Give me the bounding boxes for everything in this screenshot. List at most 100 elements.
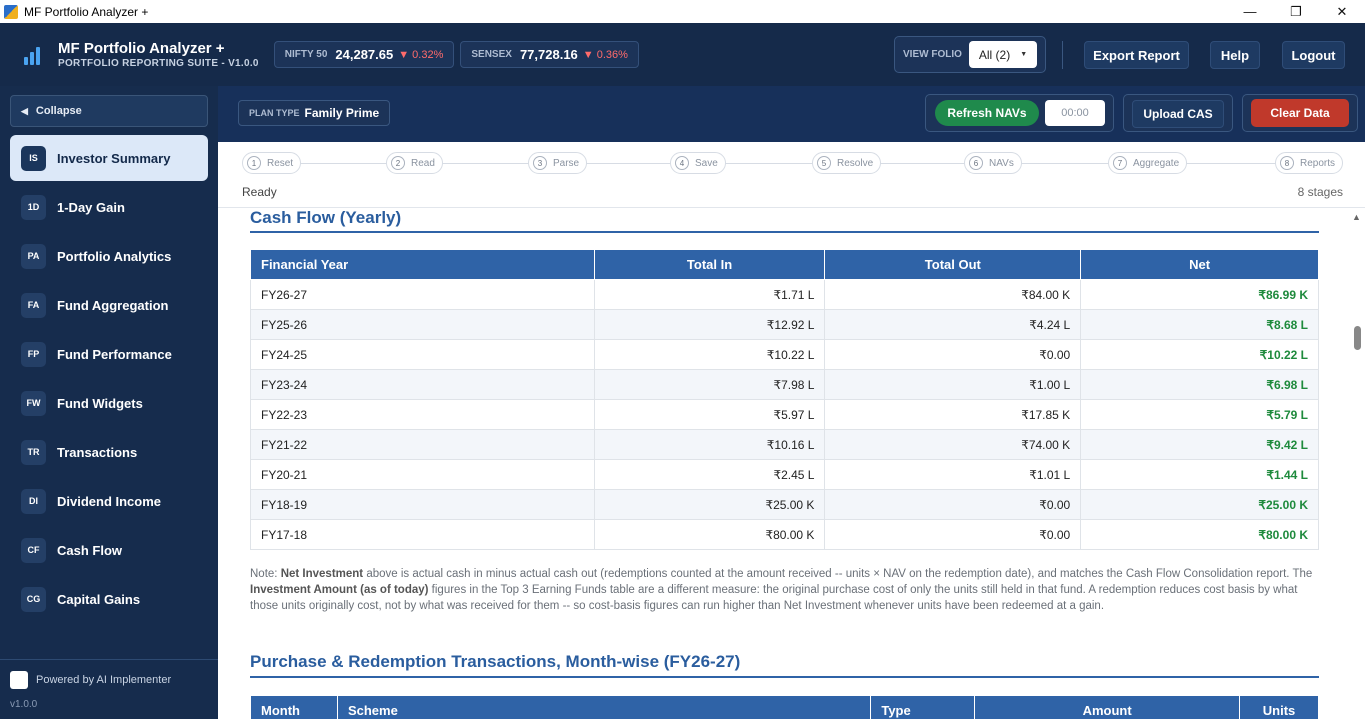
- step-number: 6: [969, 156, 983, 170]
- clear-group: Clear Data: [1242, 94, 1358, 132]
- fy-cell: FY22-23: [250, 399, 595, 430]
- sidebar-item-cash-flow[interactable]: CF Cash Flow: [10, 527, 208, 573]
- nav-label: Dividend Income: [57, 493, 162, 509]
- step-number: 8: [1280, 156, 1294, 170]
- total-out-cell: ₹0.00: [824, 489, 1082, 520]
- total-out-cell: ₹1.00 L: [824, 369, 1082, 400]
- refresh-navs-button[interactable]: Refresh NAVs: [935, 100, 1039, 126]
- step-number: 4: [675, 156, 689, 170]
- column-header: Amount: [974, 695, 1240, 719]
- net-cell: ₹9.42 L: [1080, 429, 1319, 460]
- plan-type-value: Family Prime: [304, 106, 380, 120]
- folio-selected-value: All (2): [978, 47, 1011, 62]
- sidebar-item-dividend-income[interactable]: DI Dividend Income: [10, 478, 208, 524]
- app-icon: [4, 4, 18, 19]
- total-in-cell: ₹12.92 L: [593, 309, 826, 340]
- transactions-table: Month Scheme Type Amount Units: [250, 695, 1319, 719]
- sidebar-item-1-day-gain[interactable]: 1D 1-Day Gain: [10, 184, 208, 230]
- total-out-cell: ₹0.00: [824, 519, 1082, 550]
- nav-refresh-group: Refresh NAVs 00:00: [925, 94, 1114, 132]
- table-row: FY21-22 ₹10.16 L ₹74.00 K ₹9.42 L: [250, 429, 1319, 460]
- sidebar-item-fund-performance[interactable]: FP Fund Performance: [10, 331, 208, 377]
- column-header: Financial Year: [250, 249, 595, 280]
- nav-badge: FW: [21, 390, 46, 416]
- net-cell: ₹8.68 L: [1080, 309, 1319, 340]
- sidebar-item-transactions[interactable]: TR Transactions: [10, 429, 208, 475]
- fy-cell: FY18-19: [250, 489, 595, 520]
- maximize-button[interactable]: ❐: [1273, 0, 1319, 23]
- sidebar-item-fund-aggregation[interactable]: FA Fund Aggregation: [10, 282, 208, 328]
- column-header: Total In: [593, 249, 826, 280]
- note-text: Note:: [250, 568, 281, 580]
- plan-type-label: PLAN TYPE: [249, 108, 300, 118]
- table-row: FY26-27 ₹1.71 L ₹84.00 K ₹86.99 K: [250, 279, 1319, 310]
- stage-count: 8 stages: [1297, 185, 1343, 199]
- note-emphasis: Investment Amount (as of today): [250, 584, 429, 596]
- table-row: FY25-26 ₹12.92 L ₹4.24 L ₹8.68 L: [250, 309, 1319, 340]
- scroll-up-arrow-icon[interactable]: ▲: [1352, 212, 1361, 222]
- nav-label: Capital Gains: [57, 591, 141, 607]
- close-window-button[interactable]: ✕: [1319, 0, 1365, 23]
- powered-by[interactable]: Powered by AI Implementer: [10, 671, 171, 689]
- table-row: FY20-21 ₹2.45 L ₹1.01 L ₹1.44 L: [250, 459, 1319, 490]
- view-folio: VIEW FOLIO All (2) ▼: [894, 36, 1046, 73]
- ticker-value: 24,287.65: [335, 47, 394, 62]
- sidebar-item-capital-gains[interactable]: CG Capital Gains: [10, 576, 208, 622]
- nav-label: Fund Widgets: [57, 395, 143, 411]
- step-label: NAVs: [989, 157, 1014, 169]
- nav-label: Fund Performance: [57, 346, 172, 362]
- step-aggregate: 7 Aggregate: [1108, 152, 1188, 174]
- collapse-button[interactable]: ◀ Collapse: [10, 95, 208, 127]
- total-in-cell: ₹80.00 K: [593, 519, 826, 550]
- note-text: above is actual cash in minus actual cas…: [363, 568, 1313, 580]
- step-label: Read: [411, 157, 435, 169]
- sidebar-item-investor-summary[interactable]: IS Investor Summary: [10, 135, 208, 181]
- net-cell: ₹5.79 L: [1080, 399, 1319, 430]
- step-save: 4 Save: [670, 152, 726, 174]
- step-number: 1: [247, 156, 261, 170]
- minimize-button[interactable]: —: [1227, 0, 1273, 23]
- total-in-cell: ₹10.22 L: [593, 339, 826, 370]
- sidebar-item-fund-widgets[interactable]: FW Fund Widgets: [10, 380, 208, 426]
- fy-cell: FY23-24: [250, 369, 595, 400]
- version-label: v1.0.0: [10, 699, 38, 710]
- vertical-scrollbar[interactable]: ▲: [1348, 208, 1365, 719]
- step-label: Resolve: [837, 157, 874, 169]
- section-title: Purchase & Redemption Transactions, Mont…: [250, 652, 741, 671]
- sensex-ticker: SENSEX 77,728.16 ▼ 0.36%: [460, 41, 639, 68]
- clear-data-button[interactable]: Clear Data: [1251, 99, 1349, 127]
- upload-group: Upload CAS: [1123, 94, 1233, 132]
- step-parse: 3 Parse: [528, 152, 588, 174]
- step-reset: 1 Reset: [242, 152, 302, 174]
- sidebar: ◀ Collapse IS Investor Summary 1D 1-Day …: [0, 86, 218, 719]
- nav-badge: PA: [21, 243, 46, 269]
- column-header: Type: [870, 695, 976, 719]
- ticker-name: NIFTY 50: [284, 49, 328, 60]
- help-button[interactable]: Help: [1210, 41, 1260, 69]
- folio-select[interactable]: All (2) ▼: [968, 41, 1037, 68]
- column-header: Net: [1080, 249, 1319, 280]
- logout-button[interactable]: Logout: [1282, 41, 1345, 69]
- step-read: 2 Read: [386, 152, 443, 174]
- section-title: Cash Flow (Yearly): [250, 208, 402, 227]
- scroll-thumb[interactable]: [1354, 326, 1361, 350]
- table-row: FY18-19 ₹25.00 K ₹0.00 ₹25.00 K: [250, 489, 1319, 520]
- step-number: 3: [533, 156, 547, 170]
- total-out-cell: ₹17.85 K: [824, 399, 1082, 430]
- step-number: 5: [817, 156, 831, 170]
- net-cell: ₹86.99 K: [1080, 279, 1319, 310]
- nav-label: Fund Aggregation: [57, 297, 169, 313]
- export-report-button[interactable]: Export Report: [1084, 41, 1189, 69]
- pipeline-stepper: 1 Reset 2 Read 3 Parse 4 Save 5 Resolve 6 NAVs…: [218, 142, 1365, 208]
- window-title: MF Portfolio Analyzer +: [24, 4, 149, 19]
- total-in-cell: ₹1.71 L: [593, 279, 826, 310]
- sidebar-item-portfolio-analytics[interactable]: PA Portfolio Analytics: [10, 233, 208, 279]
- step-number: 2: [391, 156, 405, 170]
- report-content[interactable]: Cash Flow (Yearly) Financial Year Total …: [218, 208, 1348, 719]
- sidebar-footer: Powered by AI Implementer: [0, 659, 218, 689]
- total-out-cell: ₹4.24 L: [824, 309, 1082, 340]
- table-header-row: Month Scheme Type Amount Units: [250, 695, 1319, 719]
- window-titlebar: MF Portfolio Analyzer + — ❐ ✕: [0, 0, 1365, 23]
- chevron-down-icon: ▼: [1020, 51, 1028, 58]
- upload-cas-button[interactable]: Upload CAS: [1132, 100, 1224, 128]
